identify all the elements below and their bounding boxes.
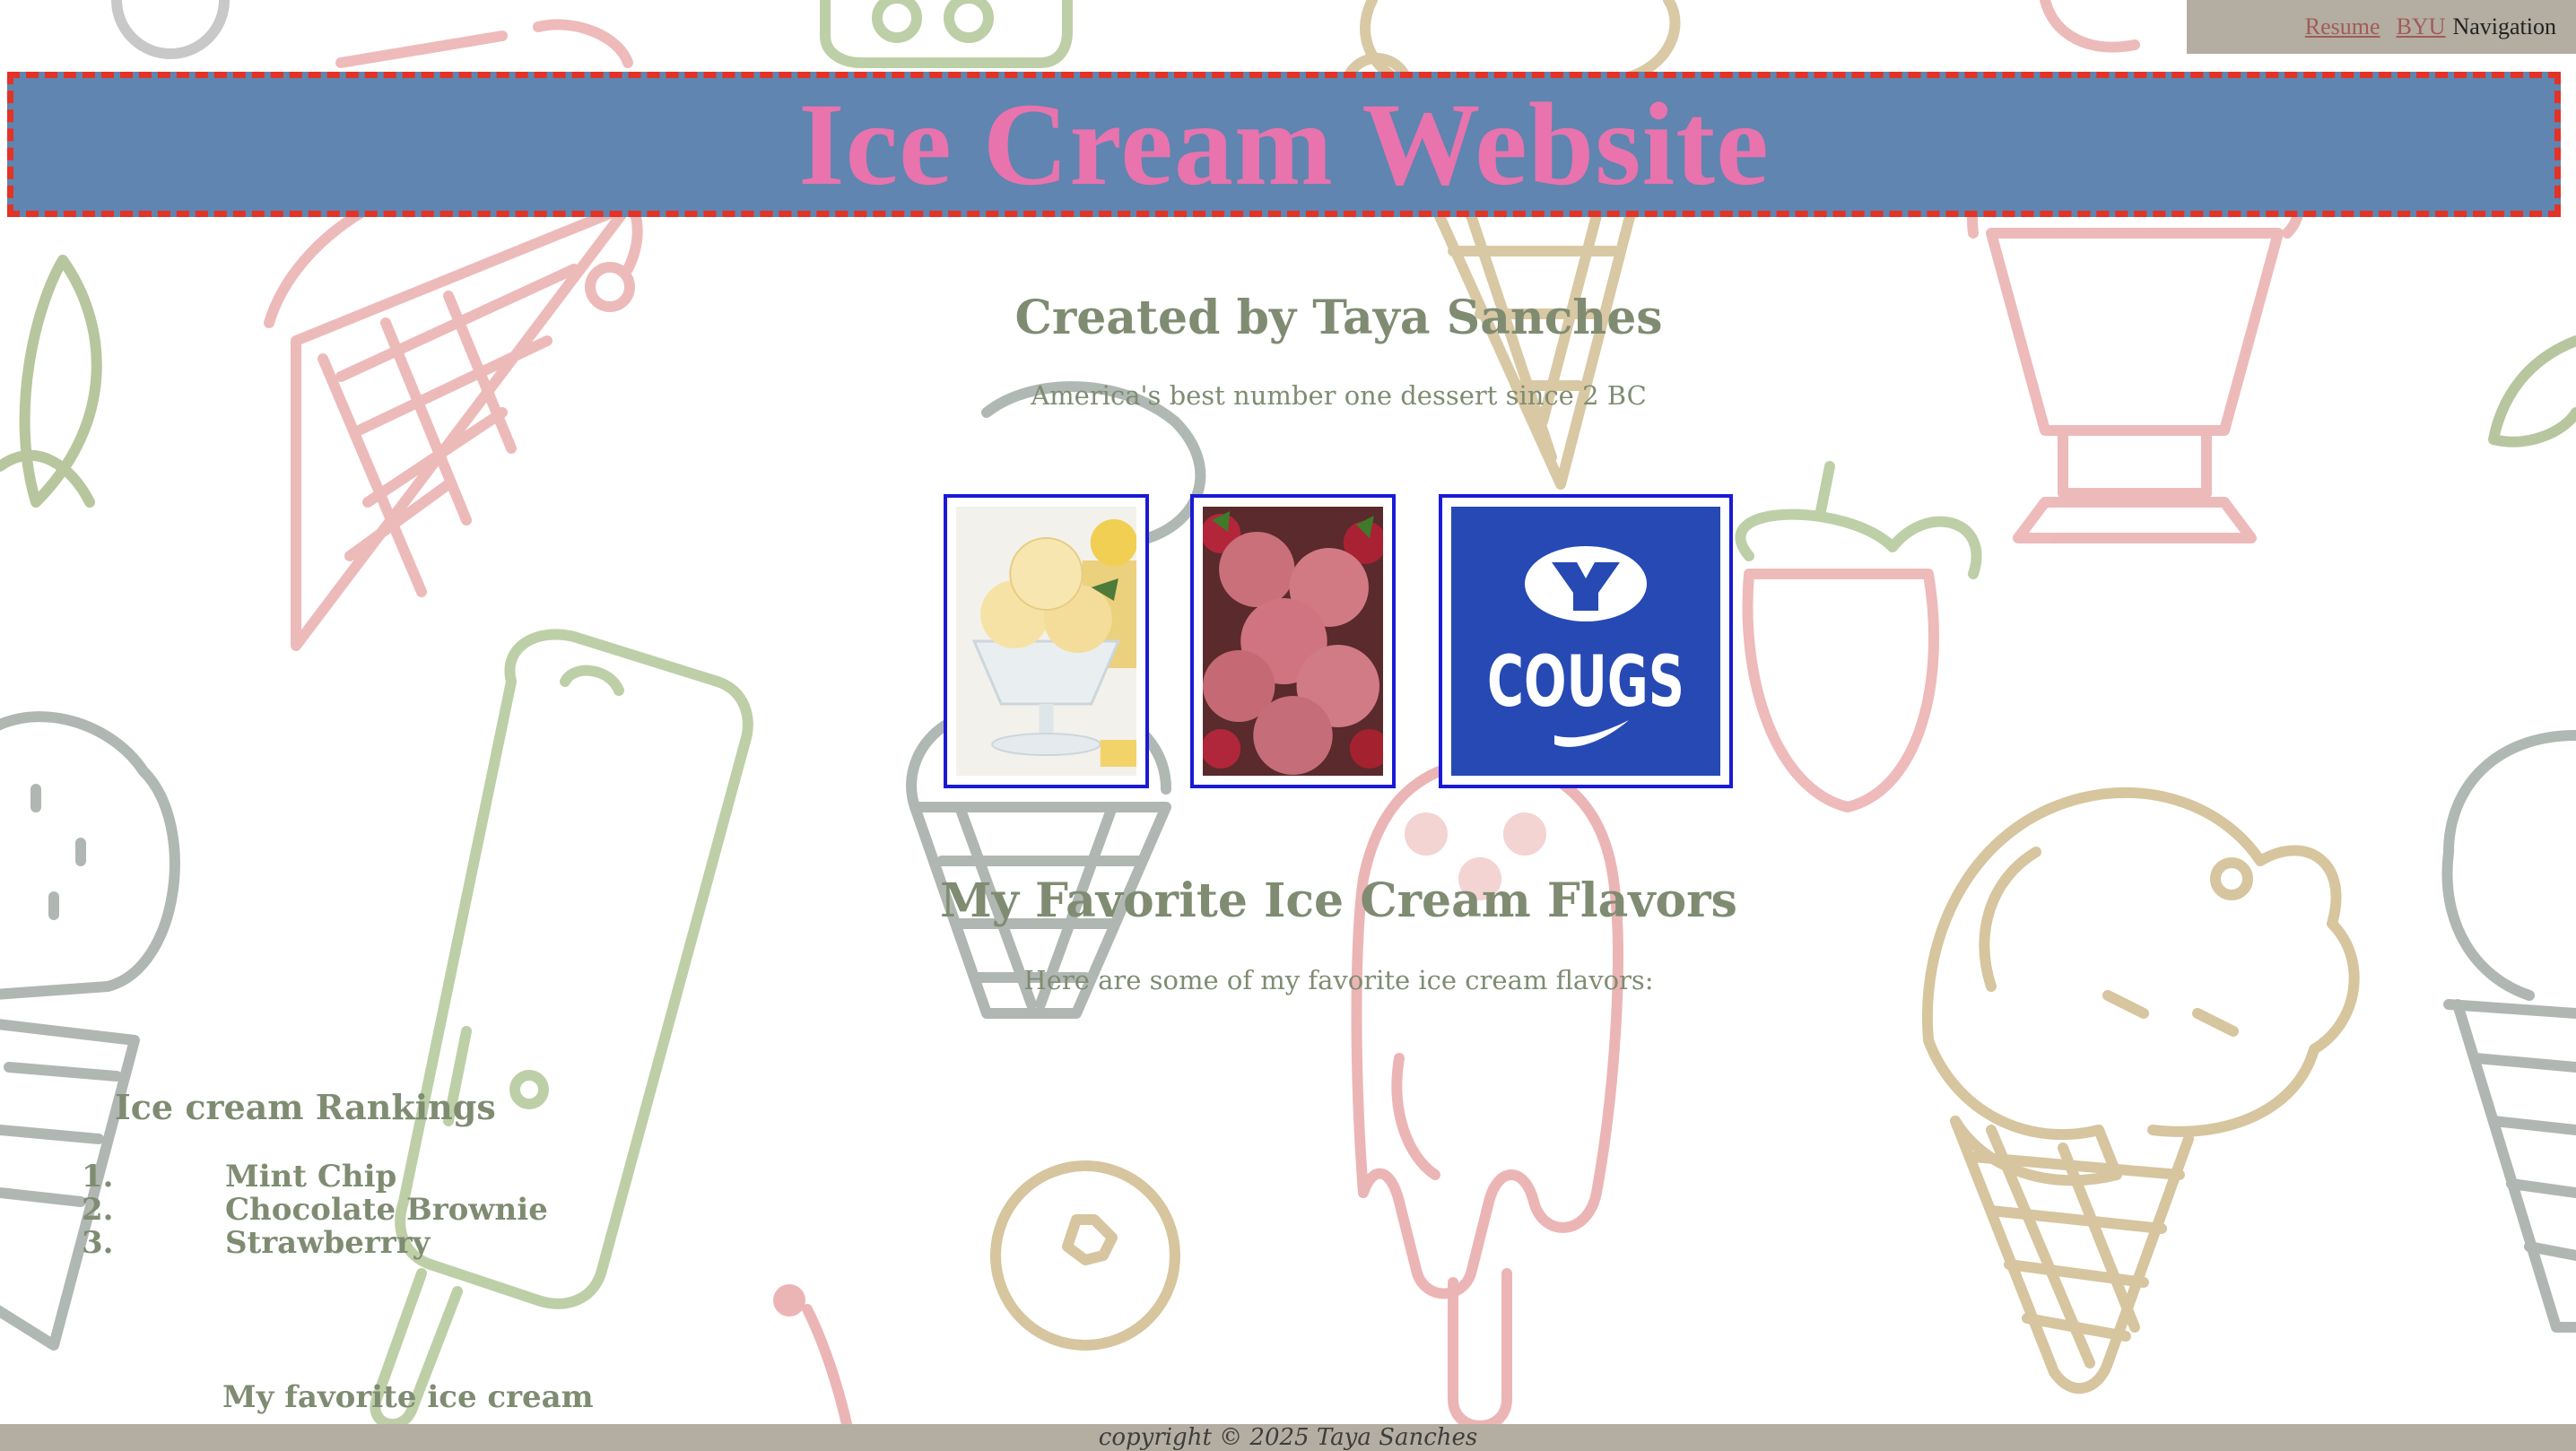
top-navigation: Resume BYU Navigation	[2187, 0, 2576, 54]
navigation-label: Navigation	[2452, 13, 2556, 39]
list-item: 2. Chocolate Brownie	[79, 1194, 548, 1227]
rank-number: 1.	[82, 1159, 114, 1195]
rank-number: 3.	[82, 1225, 114, 1261]
copyright-text: copyright © 2025 Taya Sanches	[1098, 1424, 1478, 1451]
footer: copyright © 2025 Taya Sanches	[0, 1424, 2576, 1451]
rankings-list: 1. Mint Chip 2. Chocolate Brownie 3. Str…	[79, 1160, 548, 1260]
resume-link[interactable]: Resume	[2305, 13, 2380, 40]
my-favorite-heading: My favorite ice cream	[222, 1379, 594, 1415]
creator-heading: Created by Taya Sanches	[1014, 291, 1663, 345]
rank-number: 2.	[82, 1192, 114, 1228]
rank-label: Strawberrry	[225, 1225, 431, 1261]
list-item: 3. Strawberrry	[79, 1227, 548, 1260]
list-item: 1. Mint Chip	[79, 1160, 548, 1194]
site-title: Ice Cream Website	[798, 78, 1770, 210]
vanilla-sundae-image	[944, 494, 1149, 788]
byu-cougs-logo-image: COUGS	[1439, 494, 1733, 788]
rank-label: Mint Chip	[225, 1159, 397, 1195]
strawberry-ice-cream-image	[1190, 494, 1396, 788]
rank-label: Chocolate Brownie	[225, 1192, 548, 1228]
byu-link[interactable]: BYU	[2397, 13, 2446, 40]
tagline: America's best number one dessert since …	[1031, 380, 1647, 411]
cougs-logo-text: COUGS	[1487, 642, 1684, 723]
favorites-intro: Here are some of my favorite ice cream f…	[1023, 965, 1654, 995]
header-banner: Ice Cream Website	[7, 72, 2561, 217]
favorites-heading: My Favorite Ice Cream Flavors	[940, 873, 1737, 928]
rankings-title: Ice cream Rankings	[115, 1087, 496, 1127]
